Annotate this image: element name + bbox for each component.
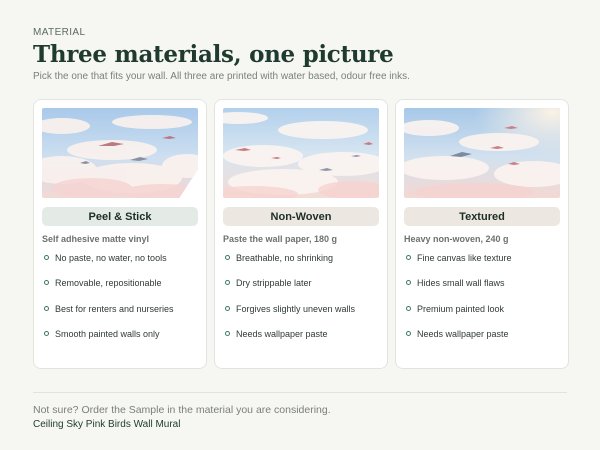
list-item: Best for renters and nurseries xyxy=(42,303,174,328)
list-item: Needs wallpaper paste xyxy=(223,328,355,353)
mural-preview-image xyxy=(42,108,198,198)
bullet-icon xyxy=(225,330,230,336)
list-item: Fine canvas like texture xyxy=(404,252,512,277)
list-item: Forgives slightly uneven walls xyxy=(223,303,355,328)
feature-list: Breathable, no shrinking Dry strippable … xyxy=(223,252,355,353)
material-spec: Heavy non-woven, 240 g xyxy=(404,234,509,244)
product-name[interactable]: Ceiling Sky Pink Birds Wall Mural xyxy=(33,419,180,430)
bullet-icon xyxy=(225,305,230,311)
list-item: No paste, no water, no tools xyxy=(42,252,174,277)
bullet-icon xyxy=(225,280,230,286)
list-item: Needs wallpaper paste xyxy=(404,328,512,353)
bullet-icon xyxy=(406,330,411,336)
material-spec: Self adhesive matte vinyl xyxy=(42,234,150,244)
mural-preview-image xyxy=(223,108,379,198)
material-card-peel-and-stick[interactable]: Peel & Stick Self adhesive matte vinyl N… xyxy=(33,99,207,369)
feature-list: Fine canvas like texture Hides small wal… xyxy=(404,252,512,353)
material-card-non-woven[interactable]: Non-Woven Paste the wall paper, 180 g Br… xyxy=(214,99,388,369)
material-name-pill[interactable]: Textured xyxy=(404,207,560,226)
sample-note: Not sure? Order the Sample in the materi… xyxy=(33,404,331,416)
bullet-icon xyxy=(406,305,411,311)
feature-list: No paste, no water, no tools Removable, … xyxy=(42,252,174,353)
bullet-icon xyxy=(44,280,49,286)
page-title: Three materials, one picture xyxy=(33,41,394,68)
list-item: Breathable, no shrinking xyxy=(223,252,355,277)
material-name-pill[interactable]: Peel & Stick xyxy=(42,207,198,226)
material-spec: Paste the wall paper, 180 g xyxy=(223,234,338,244)
material-name-pill[interactable]: Non-Woven xyxy=(223,207,379,226)
list-item: Dry strippable later xyxy=(223,277,355,302)
page-subtitle: Pick the one that fits your wall. All th… xyxy=(33,71,410,82)
bullet-icon xyxy=(225,255,230,260)
list-item: Removable, repositionable xyxy=(42,277,174,302)
bullet-icon xyxy=(406,280,411,286)
mural-preview-image xyxy=(404,108,560,198)
list-item: Hides small wall flaws xyxy=(404,277,512,302)
material-card-textured[interactable]: Textured Heavy non-woven, 240 g Fine can… xyxy=(395,99,569,369)
list-item: Premium painted look xyxy=(404,303,512,328)
eyebrow-label: MATERIAL xyxy=(33,27,86,38)
material-cards: Peel & Stick Self adhesive matte vinyl N… xyxy=(33,99,569,369)
bullet-icon xyxy=(44,305,49,311)
bullet-icon xyxy=(44,255,49,260)
bullet-icon xyxy=(406,255,411,260)
list-item: Smooth painted walls only xyxy=(42,328,174,353)
bullet-icon xyxy=(44,330,49,336)
divider xyxy=(33,392,567,393)
